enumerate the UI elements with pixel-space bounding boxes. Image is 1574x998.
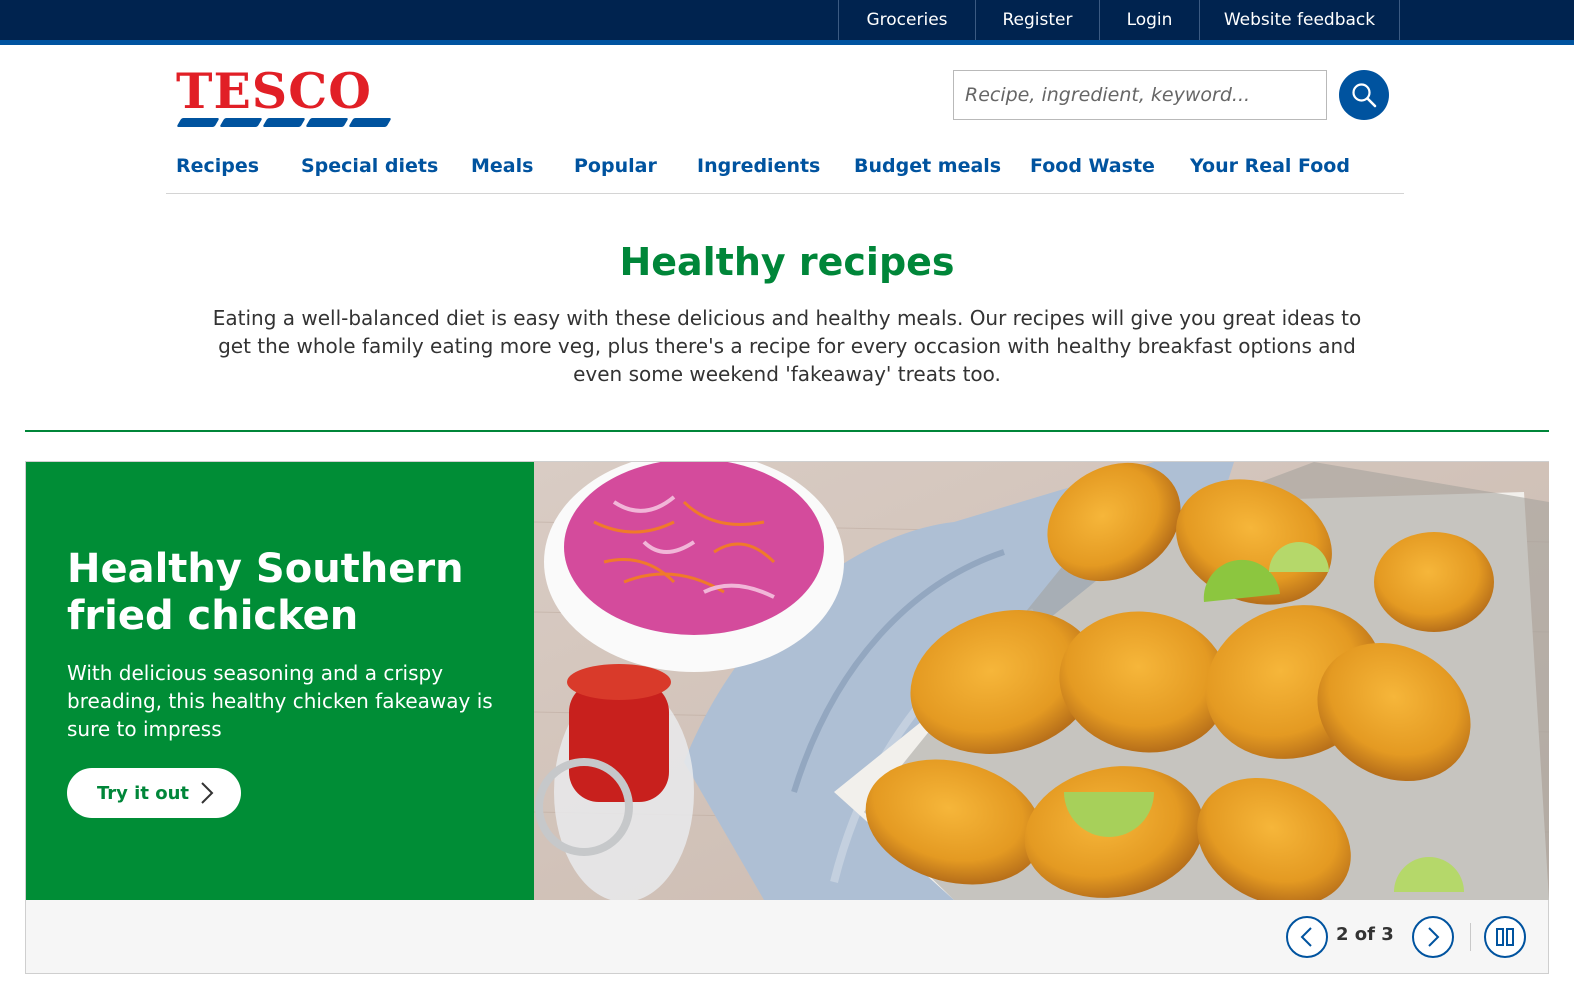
section-divider bbox=[25, 430, 1549, 432]
logo-dash bbox=[262, 118, 306, 127]
try-it-out-label: Try it out bbox=[97, 782, 190, 804]
logo-wordmark: TESCO bbox=[176, 62, 372, 120]
chevron-right-icon bbox=[1428, 927, 1440, 947]
fried-chicken-photo bbox=[534, 462, 1549, 900]
logo-dash bbox=[219, 118, 263, 127]
nav-item-food-waste[interactable]: Food Waste bbox=[1030, 155, 1155, 177]
previous-slide-button[interactable] bbox=[1286, 916, 1328, 958]
tesco-logo[interactable]: TESCO bbox=[176, 62, 392, 132]
nav-item-meals[interactable]: Meals bbox=[471, 155, 533, 177]
intro-text: Eating a well-balanced diet is easy with… bbox=[212, 306, 1362, 386]
website-feedback-link[interactable]: Website feedback bbox=[1199, 0, 1400, 40]
page-title: Healthy recipes bbox=[619, 240, 955, 284]
chevron-left-icon bbox=[1300, 927, 1312, 947]
logo-dashes bbox=[176, 118, 392, 127]
logo-dash bbox=[348, 118, 392, 127]
utility-bar: Groceries Register Login Website feedbac… bbox=[0, 0, 1574, 40]
login-link[interactable]: Login bbox=[1099, 0, 1199, 40]
try-it-out-button[interactable]: Try it out bbox=[67, 768, 241, 818]
search-icon bbox=[1352, 83, 1377, 108]
logo-dash bbox=[305, 118, 349, 127]
controls-separator bbox=[1470, 923, 1471, 951]
next-slide-button[interactable] bbox=[1412, 916, 1454, 958]
slide-text-panel: Healthy Southern fried chicken With deli… bbox=[26, 462, 534, 900]
pause-button[interactable] bbox=[1484, 916, 1526, 958]
utility-nav: Groceries Register Login Website feedbac… bbox=[838, 0, 1400, 40]
slide-description: With delicious seasoning and a crispy br… bbox=[67, 661, 493, 741]
pause-icon bbox=[1496, 928, 1514, 946]
chevron-right-icon bbox=[201, 782, 214, 804]
nav-item-your-real-food[interactable]: Your Real Food bbox=[1190, 155, 1350, 177]
logo-dash bbox=[176, 118, 220, 127]
carousel-controls: 2 of 3 bbox=[26, 900, 1548, 974]
slide-title: Healthy Southern fried chicken bbox=[67, 546, 464, 639]
search-input[interactable] bbox=[953, 70, 1327, 120]
nav-item-ingredients[interactable]: Ingredients bbox=[697, 155, 820, 177]
recipe-carousel: Healthy Southern fried chicken With deli… bbox=[25, 461, 1549, 974]
search-button[interactable] bbox=[1339, 70, 1389, 120]
nav-item-recipes[interactable]: Recipes bbox=[176, 155, 259, 177]
slide-counter: 2 of 3 bbox=[1336, 924, 1394, 945]
header-stripe bbox=[0, 40, 1574, 45]
groceries-link[interactable]: Groceries bbox=[838, 0, 975, 40]
nav-item-budget-meals[interactable]: Budget meals bbox=[854, 155, 1001, 177]
nav-item-special-diets[interactable]: Special diets bbox=[301, 155, 438, 177]
main-nav: Recipes Special diets Meals Popular Ingr… bbox=[166, 144, 1404, 194]
fried-chicken-image[interactable] bbox=[534, 462, 1549, 900]
register-link[interactable]: Register bbox=[975, 0, 1099, 40]
nav-item-popular[interactable]: Popular bbox=[574, 155, 657, 177]
